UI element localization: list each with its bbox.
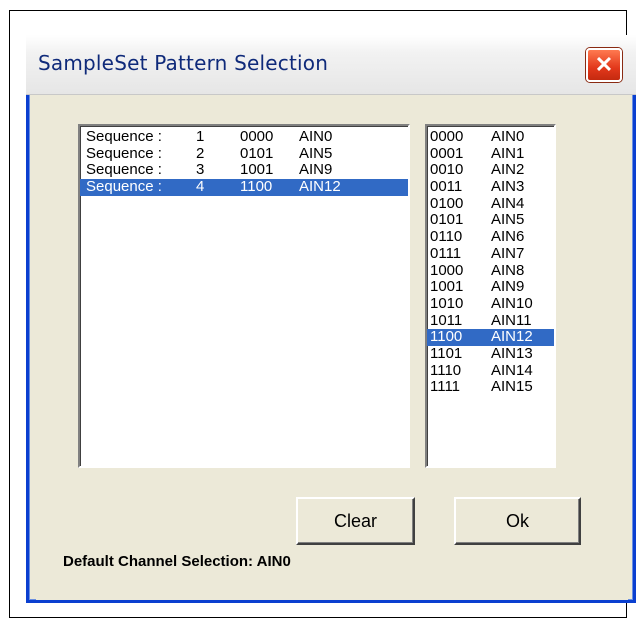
- channel-name: AIN7: [491, 244, 525, 262]
- channel-list-item[interactable]: 1101 AIN13: [427, 344, 554, 363]
- sequence-index: 3: [196, 161, 205, 179]
- sequence-label: Sequence :: [86, 178, 162, 196]
- channel-code: 0011: [430, 178, 463, 196]
- sequence-label: Sequence :: [86, 128, 162, 145]
- channel-name: AIN3: [491, 178, 525, 196]
- channel-name: AIN15: [491, 378, 533, 396]
- sequence-code: 0101: [240, 144, 274, 162]
- channel-code: 1101: [430, 344, 463, 362]
- channel-list-item[interactable]: 0010 AIN2: [427, 162, 554, 179]
- sequence-label: Sequence :: [86, 161, 162, 179]
- channel-list-item[interactable]: 1110 AIN14: [427, 361, 554, 380]
- channel-name: AIN14: [491, 361, 533, 379]
- channel-name: AIN8: [491, 261, 525, 279]
- channel-name: AIN11: [491, 311, 532, 329]
- channel-list-item[interactable]: 0000 AIN0: [427, 128, 554, 146]
- channel-code: 1100: [430, 328, 463, 346]
- channel-code: 1110: [430, 361, 462, 379]
- channel-list-item[interactable]: 1001 AIN9: [427, 278, 554, 296]
- channel-name: AIN12: [491, 328, 533, 346]
- window-title: SampleSet Pattern Selection: [38, 51, 329, 75]
- channel-list-item[interactable]: 0001 AIN1: [427, 144, 554, 163]
- sequence-label: Sequence :: [86, 144, 162, 162]
- sequence-list-item[interactable]: Sequence : 1 0000 AIN0: [80, 128, 408, 146]
- close-icon: ✕: [594, 52, 614, 77]
- channel-list-item[interactable]: 1111 AIN15: [427, 379, 554, 396]
- sequence-code: 1100: [240, 178, 273, 196]
- clear-button[interactable]: Clear: [296, 497, 415, 545]
- sequence-list-item[interactable]: Sequence : 3 1001 AIN9: [80, 162, 408, 179]
- close-button[interactable]: ✕: [586, 48, 622, 82]
- channel-name: AIN6: [491, 228, 525, 246]
- sequence-code: 1001: [240, 161, 274, 179]
- sequence-channel: AIN5: [299, 144, 333, 162]
- channel-name: AIN10: [491, 294, 533, 312]
- channel-name: AIN5: [491, 211, 525, 229]
- sequence-listbox[interactable]: Sequence :1 0000 AIN0 Sequence :2 0101 AIN5 Se…: [78, 124, 410, 468]
- channel-code: 1010: [430, 294, 464, 312]
- sequence-channel: AIN12: [299, 178, 341, 196]
- channel-listbox[interactable]: 0000 AIN0 0001 AIN1 0010 AIN2 0011 AIN3 0100 AIN4…: [425, 124, 556, 468]
- channel-code: 1011: [430, 311, 463, 329]
- channel-code: 1111: [430, 378, 461, 396]
- channel-name: AIN4: [491, 194, 525, 212]
- channel-name: AIN13: [491, 344, 533, 362]
- channel-list-item[interactable]: 1000 AIN8: [427, 261, 554, 280]
- channel-list-item[interactable]: 1011 AIN11: [427, 311, 554, 330]
- sequence-channel: AIN0: [299, 128, 333, 145]
- sequence-index: 2: [196, 144, 205, 162]
- ok-button[interactable]: Ok: [454, 497, 581, 545]
- channel-code: 0001: [430, 144, 464, 162]
- channel-list-item[interactable]: 1010 AIN10: [427, 294, 554, 313]
- sequence-code: 0000: [240, 128, 274, 145]
- sequence-index: 4: [196, 178, 205, 196]
- channel-list-item[interactable]: 0100 AIN4: [427, 194, 554, 213]
- default-channel-status: Default Channel Selection: AIN0: [63, 553, 291, 570]
- channel-list-item[interactable]: 1100 AIN12: [427, 329, 554, 346]
- channel-list-item[interactable]: 0101 AIN5: [427, 212, 554, 229]
- channel-code: 0101: [430, 211, 464, 229]
- channel-code: 0110: [430, 228, 463, 246]
- channel-code: 1001: [430, 278, 464, 296]
- channel-code: 0000: [430, 128, 464, 145]
- title-bar[interactable]: SampleSet Pattern Selection: [26, 35, 636, 95]
- sequence-list-item[interactable]: Sequence : 4 1100 AIN12: [80, 178, 408, 196]
- sequence-list-item[interactable]: Sequence : 2 0101 AIN5: [80, 144, 408, 163]
- channel-list-item[interactable]: 0011 AIN3: [427, 178, 554, 196]
- channel-code: 0010: [430, 161, 464, 179]
- channel-name: AIN9: [491, 278, 525, 296]
- channel-name: AIN0: [491, 128, 525, 145]
- channel-code: 1000: [430, 261, 464, 279]
- channel-code: 0100: [430, 194, 464, 212]
- sequence-index: 1: [196, 128, 205, 145]
- channel-code: 0111: [430, 244, 462, 262]
- channel-list-item[interactable]: 0110 AIN6: [427, 228, 554, 246]
- channel-name: AIN2: [491, 161, 525, 179]
- channel-name: AIN1: [491, 144, 525, 162]
- channel-list-item[interactable]: 0111 AIN7: [427, 244, 554, 263]
- sequence-channel: AIN9: [299, 161, 333, 179]
